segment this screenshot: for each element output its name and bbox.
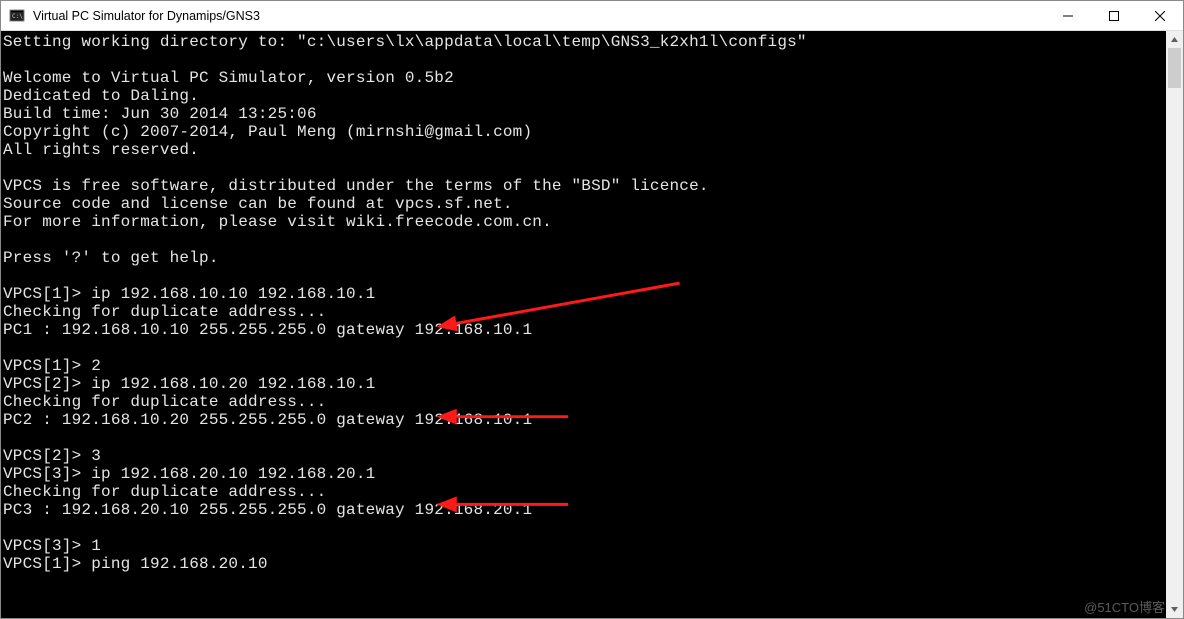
terminal-line: Copyright (c) 2007-2014, Paul Meng (mirn… <box>3 123 1164 141</box>
terminal-line: All rights reserved. <box>3 141 1164 159</box>
terminal-line: VPCS[2]> 3 <box>3 447 1164 465</box>
terminal-line <box>3 519 1164 537</box>
terminal-line <box>3 267 1164 285</box>
scroll-up-button[interactable] <box>1166 31 1183 48</box>
terminal-line: For more information, please visit wiki.… <box>3 213 1164 231</box>
terminal-line: Welcome to Virtual PC Simulator, version… <box>3 69 1164 87</box>
terminal-line: PC2 : 192.168.10.20 255.255.255.0 gatewa… <box>3 411 1164 429</box>
terminal-line <box>3 51 1164 69</box>
terminal-line: Checking for duplicate address... <box>3 393 1164 411</box>
scroll-thumb[interactable] <box>1168 48 1181 88</box>
terminal-line: VPCS[2]> ip 192.168.10.20 192.168.10.1 <box>3 375 1164 393</box>
terminal-line <box>3 339 1164 357</box>
scroll-down-button[interactable] <box>1166 601 1183 618</box>
terminal-line: VPCS[3]> ip 192.168.20.10 192.168.20.1 <box>3 465 1164 483</box>
terminal-line: PC3 : 192.168.20.10 255.255.255.0 gatewa… <box>3 501 1164 519</box>
terminal-line <box>3 159 1164 177</box>
terminal-line: VPCS[1]> ip 192.168.10.10 192.168.10.1 <box>3 285 1164 303</box>
terminal-line: PC1 : 192.168.10.10 255.255.255.0 gatewa… <box>3 321 1164 339</box>
app-window: C:\ Virtual PC Simulator for Dynamips/GN… <box>0 0 1184 619</box>
window-title: Virtual PC Simulator for Dynamips/GNS3 <box>33 9 260 23</box>
terminal-line: Checking for duplicate address... <box>3 303 1164 321</box>
terminal-line: Checking for duplicate address... <box>3 483 1164 501</box>
terminal-line: Build time: Jun 30 2014 13:25:06 <box>3 105 1164 123</box>
vertical-scrollbar[interactable] <box>1166 31 1183 618</box>
terminal-line: Dedicated to Daling. <box>3 87 1164 105</box>
titlebar[interactable]: C:\ Virtual PC Simulator for Dynamips/GN… <box>1 1 1183 31</box>
maximize-button[interactable] <box>1091 1 1137 30</box>
window-controls <box>1045 1 1183 30</box>
terminal-line: Setting working directory to: "c:\users\… <box>3 33 1164 51</box>
terminal-line <box>3 429 1164 447</box>
terminal-line: VPCS is free software, distributed under… <box>3 177 1164 195</box>
terminal-line: VPCS[1]> ping 192.168.20.10 <box>3 555 1164 573</box>
app-icon: C:\ <box>9 8 25 24</box>
watermark-text: @51CTO博客 <box>1084 597 1165 616</box>
terminal-line: Source code and license can be found at … <box>3 195 1164 213</box>
client-area: Setting working directory to: "c:\users\… <box>1 31 1183 618</box>
terminal-line: VPCS[1]> 2 <box>3 357 1164 375</box>
terminal-line: Press '?' to get help. <box>3 249 1164 267</box>
terminal-output[interactable]: Setting working directory to: "c:\users\… <box>1 31 1166 618</box>
close-button[interactable] <box>1137 1 1183 30</box>
terminal-line: VPCS[3]> 1 <box>3 537 1164 555</box>
minimize-button[interactable] <box>1045 1 1091 30</box>
terminal-line <box>3 231 1164 249</box>
svg-text:C:\: C:\ <box>12 13 23 20</box>
scroll-track[interactable] <box>1166 48 1183 601</box>
